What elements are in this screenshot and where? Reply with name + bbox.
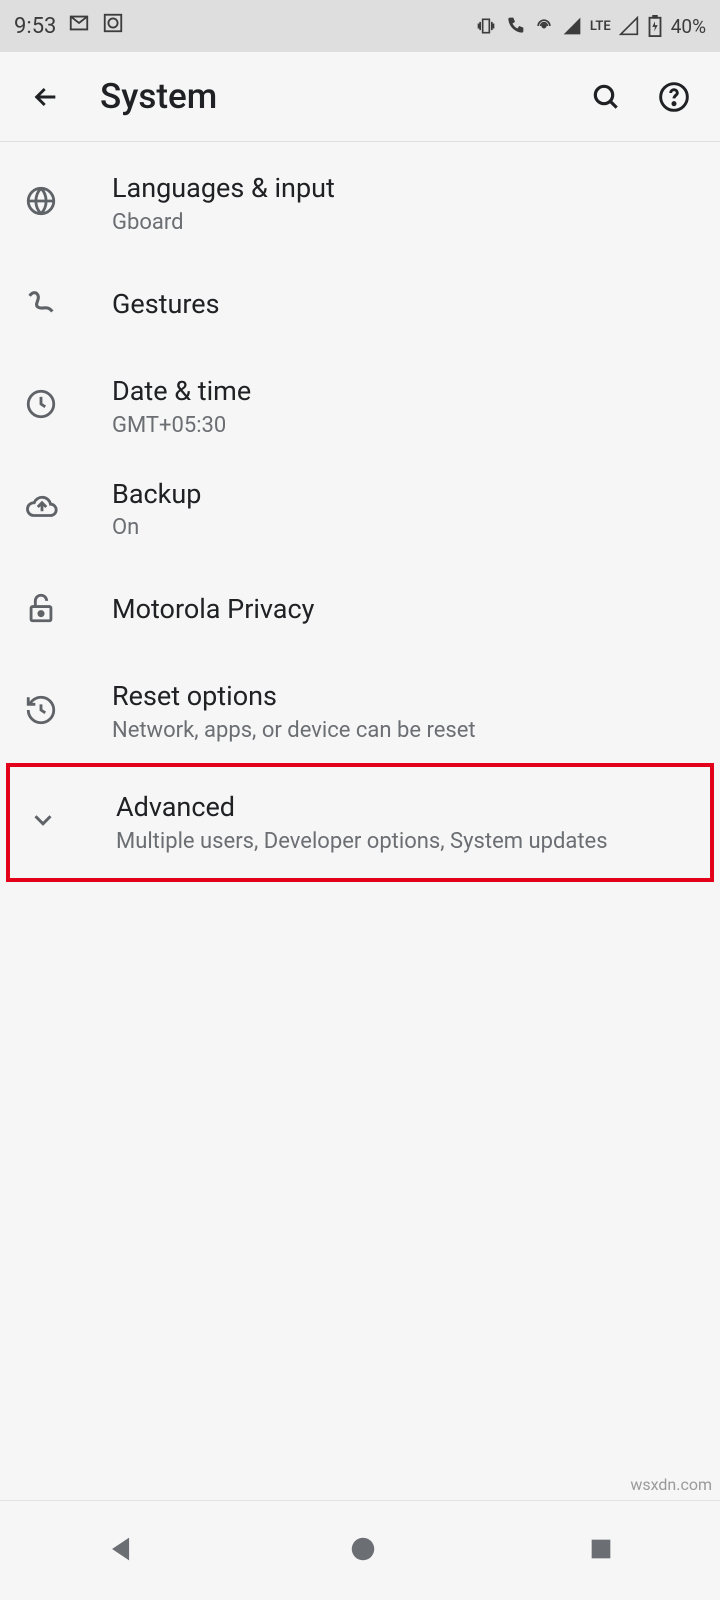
item-title: Advanced bbox=[116, 791, 692, 825]
nav-recent-button[interactable] bbox=[587, 1535, 615, 1567]
item-title: Backup bbox=[112, 478, 696, 512]
item-title: Date & time bbox=[112, 375, 696, 409]
item-subtitle: GMT+05:30 bbox=[112, 413, 696, 438]
status-bar: 9:53 LTE 40% bbox=[0, 0, 720, 52]
app-icon bbox=[102, 12, 124, 40]
item-gestures[interactable]: Gestures bbox=[0, 255, 720, 355]
navigation-bar bbox=[0, 1500, 720, 1600]
search-button[interactable] bbox=[582, 73, 630, 121]
battery-icon bbox=[647, 15, 663, 37]
globe-icon bbox=[24, 184, 58, 222]
signal-2-icon bbox=[619, 16, 639, 36]
item-title: Gestures bbox=[112, 288, 696, 322]
item-date-time[interactable]: Date & time GMT+05:30 bbox=[0, 355, 720, 458]
battery-text: 40% bbox=[671, 15, 706, 38]
gesture-icon bbox=[24, 286, 58, 324]
unlock-icon bbox=[24, 591, 58, 629]
chevron-down-icon bbox=[28, 805, 58, 839]
page-title: System bbox=[100, 76, 582, 117]
clock-icon bbox=[24, 387, 58, 425]
item-motorola-privacy[interactable]: Motorola Privacy bbox=[0, 560, 720, 660]
nav-back-button[interactable] bbox=[105, 1532, 139, 1570]
item-reset-options[interactable]: Reset options Network, apps, or device c… bbox=[0, 660, 720, 763]
item-advanced[interactable]: Advanced Multiple users, Developer optio… bbox=[10, 767, 710, 878]
lte-label: LTE bbox=[590, 19, 611, 34]
item-languages-input[interactable]: Languages & input Gboard bbox=[0, 152, 720, 255]
back-button[interactable] bbox=[22, 73, 70, 121]
status-time: 9:53 bbox=[14, 14, 56, 39]
vibrate-icon bbox=[476, 16, 496, 36]
highlight-advanced: Advanced Multiple users, Developer optio… bbox=[6, 763, 714, 882]
item-subtitle: On bbox=[112, 515, 696, 540]
item-title: Languages & input bbox=[112, 172, 696, 206]
item-subtitle: Network, apps, or device can be reset bbox=[112, 718, 696, 743]
item-subtitle: Multiple users, Developer options, Syste… bbox=[116, 829, 692, 854]
signal-1-icon bbox=[562, 16, 582, 36]
item-subtitle: Gboard bbox=[112, 210, 696, 235]
cloud-upload-icon bbox=[24, 490, 60, 528]
item-backup[interactable]: Backup On bbox=[0, 458, 720, 561]
volte-icon bbox=[504, 16, 526, 36]
nav-home-button[interactable] bbox=[348, 1534, 378, 1568]
app-toolbar: System bbox=[0, 52, 720, 142]
item-title: Reset options bbox=[112, 680, 696, 714]
status-right-group: LTE 40% bbox=[476, 15, 706, 38]
restore-icon bbox=[24, 693, 58, 731]
watermark: wsxdn.com bbox=[630, 1475, 712, 1494]
item-title: Motorola Privacy bbox=[112, 593, 696, 627]
help-button[interactable] bbox=[650, 73, 698, 121]
gmail-icon bbox=[68, 12, 90, 40]
hotspot-icon bbox=[534, 16, 554, 36]
settings-list: Languages & input Gboard Gestures Date &… bbox=[0, 142, 720, 882]
status-left-group: 9:53 bbox=[14, 12, 124, 40]
